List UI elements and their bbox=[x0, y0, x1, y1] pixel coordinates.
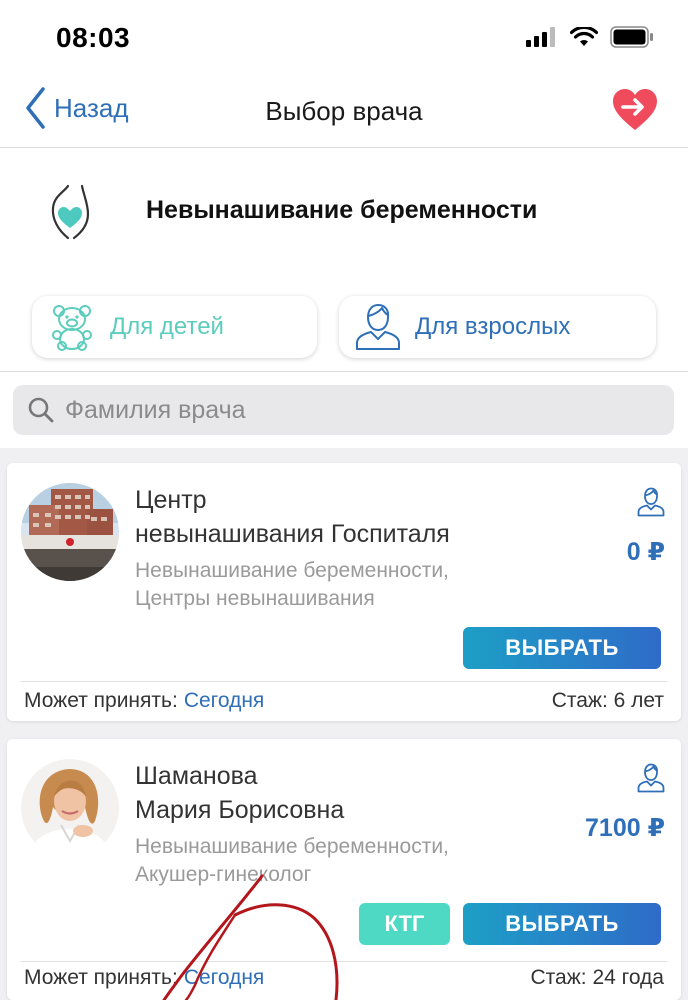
card-divider bbox=[21, 961, 667, 962]
heart-arrow-icon[interactable] bbox=[612, 88, 658, 132]
signal-icon bbox=[526, 27, 555, 47]
doctor-specialties: Невынашивание беременности, Акушер-гинек… bbox=[135, 833, 555, 889]
availability: Может принять: Сегодня bbox=[24, 966, 264, 990]
doctor-spec-line2: Акушер-гинеколог bbox=[135, 863, 312, 886]
doctor-photo bbox=[21, 759, 119, 857]
pregnancy-icon bbox=[51, 184, 90, 240]
doctor-name: Шаманова Мария Борисовна bbox=[135, 759, 535, 827]
doctor-spec-line2: Центры невынашивания bbox=[135, 587, 375, 610]
teddy-bear-icon bbox=[52, 305, 92, 351]
specialty-title: Невынашивание беременности bbox=[146, 196, 538, 224]
for-kids-label: Для детей bbox=[110, 313, 224, 340]
specialty-header: Невынашивание беременности bbox=[0, 148, 688, 278]
search-bar[interactable] bbox=[13, 385, 674, 435]
availability-label: Может принять: bbox=[24, 966, 178, 989]
experience: Стаж: 24 года bbox=[530, 966, 665, 989]
choose-button[interactable]: ВЫБРАТЬ bbox=[463, 903, 661, 945]
battery-icon bbox=[610, 26, 653, 48]
search-section bbox=[0, 372, 688, 448]
doctor-specialties: Невынашивание беременности, Центры невын… bbox=[135, 557, 555, 613]
availability-label: Может принять: bbox=[24, 689, 178, 712]
search-icon bbox=[28, 397, 54, 423]
doctor-name-line2: невынашивания Госпиталя bbox=[135, 520, 450, 548]
status-bar: 08:03 bbox=[0, 0, 688, 74]
doctor-name-line1: Шаманова bbox=[135, 762, 258, 790]
wifi-icon bbox=[570, 27, 598, 46]
consultation-price: 0 ₽ bbox=[626, 538, 665, 566]
ktg-button[interactable]: КТГ bbox=[359, 903, 450, 945]
doctor-card[interactable]: Центр невынашивания Госпиталя Невынашива… bbox=[7, 463, 681, 721]
navigation-bar: Назад Выбор врача bbox=[0, 74, 688, 148]
availability-date-link[interactable]: Сегодня bbox=[184, 689, 264, 712]
for-adults-button[interactable]: Для взрослых bbox=[339, 296, 656, 358]
card-footer: Может принять: Сегодня Стаж: 24 года bbox=[24, 966, 664, 990]
card-footer: Может принять: Сегодня Стаж: 6 лет bbox=[24, 689, 664, 713]
adult-person-icon bbox=[356, 304, 400, 350]
for-adults-label: Для взрослых bbox=[415, 313, 571, 340]
doctor-name: Центр невынашивания Госпиталя bbox=[135, 483, 535, 551]
choose-button[interactable]: ВЫБРАТЬ bbox=[463, 627, 661, 669]
doctor-surname-input[interactable] bbox=[65, 395, 645, 425]
status-time: 08:03 bbox=[56, 22, 131, 53]
page-title: Выбор врача bbox=[265, 96, 423, 126]
doctor-name-line1: Центр bbox=[135, 486, 207, 514]
doctor-spec-line1: Невынашивание беременности, bbox=[135, 559, 449, 582]
doctor-spec-line1: Невынашивание беременности, bbox=[135, 835, 449, 858]
doctor-name-line2: Мария Борисовна bbox=[135, 796, 345, 824]
experience: Стаж: 6 лет bbox=[551, 689, 664, 712]
status-icons bbox=[526, 26, 654, 48]
person-icon bbox=[637, 763, 665, 793]
availability-date-link[interactable]: Сегодня bbox=[184, 966, 264, 989]
person-icon bbox=[637, 487, 665, 517]
consultation-price: 7100 ₽ bbox=[585, 814, 665, 842]
clinic-photo bbox=[21, 483, 119, 581]
doctor-card[interactable]: Шаманова Мария Борисовна Невынашивание б… bbox=[7, 739, 681, 1000]
for-kids-button[interactable]: Для детей bbox=[32, 296, 317, 358]
card-divider bbox=[21, 681, 667, 682]
availability: Может принять: Сегодня bbox=[24, 689, 264, 713]
audience-selector: Для детей Для взрослых bbox=[0, 278, 688, 372]
